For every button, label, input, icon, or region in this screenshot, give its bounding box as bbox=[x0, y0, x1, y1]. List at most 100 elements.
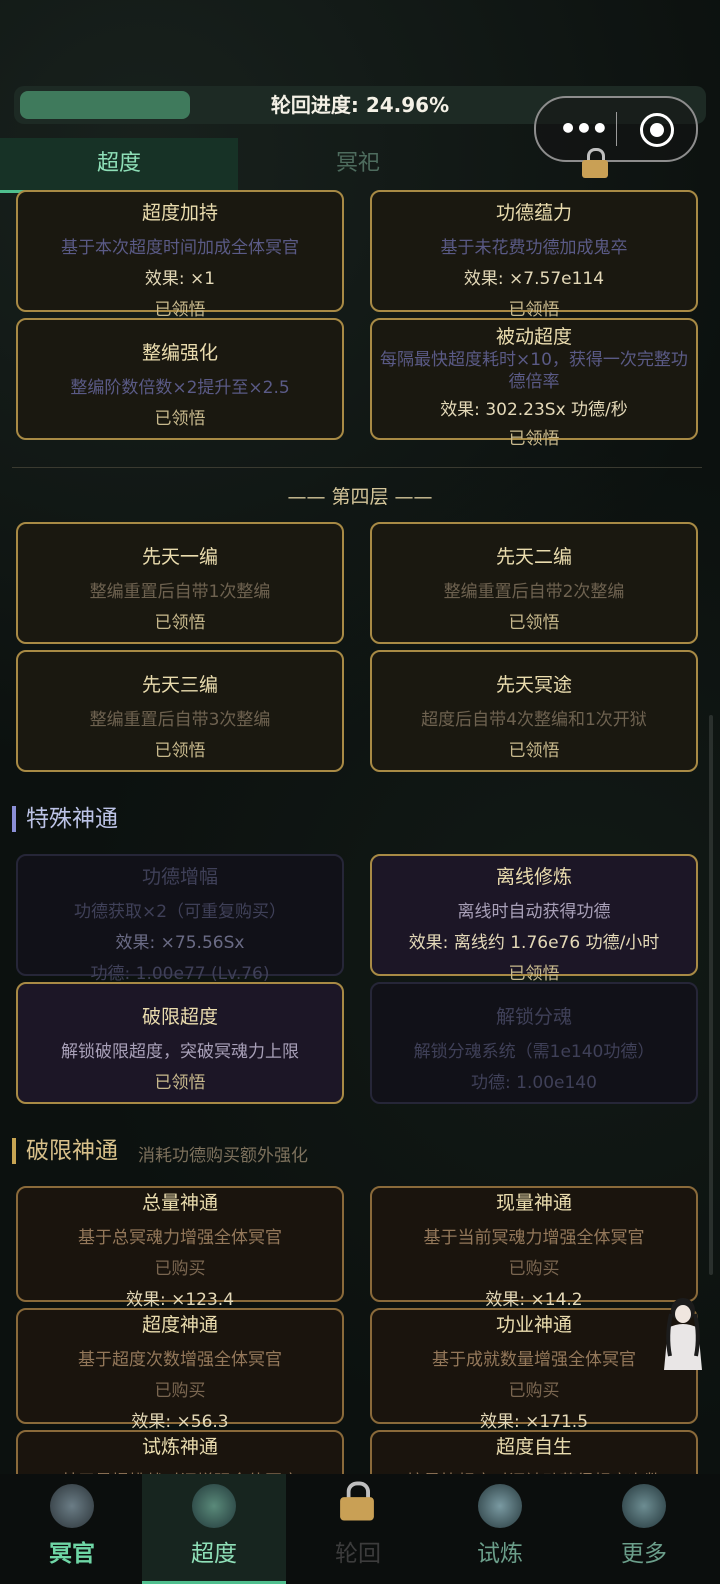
tab-locked[interactable] bbox=[478, 138, 720, 190]
nav-chaodu[interactable]: 超度 bbox=[142, 1474, 286, 1584]
card-cost: 功德: 1.00e77 (Lv.76) bbox=[90, 964, 270, 984]
card-effect: 效果: ×75.56Sx bbox=[115, 933, 245, 953]
card-desc: 整编重置后自带1次整编 bbox=[89, 582, 271, 602]
card-desc: 每隔最快超度耗时×10，获得一次完整功德倍率 bbox=[380, 350, 688, 392]
section-title-breakthrough: 破限神通 bbox=[12, 1138, 118, 1164]
card-title: 被动超度 bbox=[495, 326, 572, 348]
card-desc: 功德获取×2（可重复购买） bbox=[73, 902, 287, 922]
card-desc: 解锁破限超度，突破冥魂力上限 bbox=[61, 1042, 299, 1062]
card-xiantian-yibian[interactable]: 先天一编 整编重置后自带1次整编 已领悟 bbox=[16, 522, 344, 644]
nav-label: 试炼 bbox=[477, 1541, 523, 1567]
card-gongde-zengfu[interactable]: 功德增幅 功德获取×2（可重复购买） 效果: ×75.56Sx 功德: 1.00… bbox=[16, 854, 344, 984]
salvation-icon bbox=[192, 1484, 236, 1528]
card-title: 功德蕴力 bbox=[495, 202, 572, 224]
card-effect: 效果: ×14.2 bbox=[485, 1290, 583, 1310]
card-status: 已领悟 bbox=[154, 409, 206, 429]
card-desc: 基于当前冥魂力增强全体冥官 bbox=[423, 1228, 645, 1248]
card-status: 已领悟 bbox=[508, 300, 560, 320]
card-status: 已领悟 bbox=[508, 429, 560, 449]
lock-icon bbox=[340, 1481, 374, 1521]
more-icon bbox=[622, 1484, 666, 1528]
card-xiantian-sanbian[interactable]: 先天三编 整编重置后自带3次整编 已领悟 bbox=[16, 650, 344, 772]
card-zhengbian-qianghua[interactable]: 整编强化 整编阶数倍数×2提升至×2.5 已领悟 bbox=[16, 318, 344, 440]
card-status: 已购买 bbox=[508, 1381, 560, 1401]
card-status: 已购买 bbox=[154, 1381, 206, 1401]
card-title: 先天一编 bbox=[141, 546, 218, 568]
card-desc: 基于成就数量增强全体冥官 bbox=[432, 1350, 636, 1370]
card-status: 已领悟 bbox=[508, 964, 560, 984]
card-title: 整编强化 bbox=[141, 342, 218, 364]
card-title: 超度神通 bbox=[141, 1314, 218, 1336]
card-xiantian-mingtu[interactable]: 先天冥途 超度后自带4次整编和1次开狱 已领悟 bbox=[370, 650, 698, 772]
card-xiantian-erbian[interactable]: 先天二编 整编重置后自带2次整编 已领悟 bbox=[370, 522, 698, 644]
nav-gengduo[interactable]: 更多 bbox=[572, 1474, 716, 1584]
card-title: 超度加持 bbox=[141, 202, 218, 224]
card-status: 已购买 bbox=[508, 1259, 560, 1279]
card-gongde-yunli[interactable]: 功德蕴力 基于未花费功德加成鬼卒 效果: ×7.57e114 已领悟 bbox=[370, 190, 698, 320]
card-status: 已领悟 bbox=[508, 613, 560, 633]
card-desc: 整编重置后自带3次整编 bbox=[89, 710, 271, 730]
card-desc: 整编重置后自带2次整编 bbox=[443, 582, 625, 602]
card-xianliang-shentong[interactable]: 现量神通 基于当前冥魂力增强全体冥官 已购买 效果: ×14.2 bbox=[370, 1186, 698, 1310]
card-effect: 效果: ×7.57e114 bbox=[463, 269, 605, 289]
nav-mingguan[interactable]: 冥官 bbox=[0, 1474, 144, 1584]
tab-chaodu[interactable]: 超度 bbox=[0, 138, 238, 193]
card-status: 已领悟 bbox=[154, 613, 206, 633]
card-jiesuo-fenhun[interactable]: 解锁分魂 解锁分魂系统（需1e140功德） 功德: 1.00e140 bbox=[370, 982, 698, 1104]
card-desc: 整编阶数倍数×2提升至×2.5 bbox=[70, 378, 290, 398]
layer-title: —— 第四层 —— bbox=[287, 486, 433, 508]
bottom-navigation: 冥官 超度 轮回 试炼 更多 bbox=[0, 1474, 720, 1584]
card-title: 总量神通 bbox=[141, 1192, 218, 1214]
card-desc: 基于超度次数增强全体冥官 bbox=[78, 1350, 282, 1370]
nav-label: 更多 bbox=[621, 1541, 667, 1567]
card-effect: 效果: 离线约 1.76e76 功德/小时 bbox=[408, 933, 660, 953]
card-beidong-chaodu[interactable]: 被动超度 每隔最快超度耗时×10，获得一次完整功德倍率 效果: 302.23Sx… bbox=[370, 318, 698, 449]
card-status: 已领悟 bbox=[154, 741, 206, 761]
card-title: 超度自生 bbox=[495, 1436, 572, 1458]
card-desc: 基于本次超度时间加成全体冥官 bbox=[61, 238, 299, 258]
card-cost: 功德: 1.00e140 bbox=[471, 1073, 597, 1093]
card-status: 已购买 bbox=[154, 1259, 206, 1279]
card-effect: 效果: ×56.3 bbox=[131, 1412, 229, 1432]
card-title: 破限超度 bbox=[141, 1006, 218, 1028]
nav-shilian[interactable]: 试炼 bbox=[428, 1474, 572, 1584]
card-status: 已领悟 bbox=[508, 741, 560, 761]
tab-mingsi[interactable]: 冥祀 bbox=[238, 138, 478, 190]
lock-icon bbox=[582, 148, 608, 178]
floating-character-icon[interactable] bbox=[660, 1296, 706, 1372]
section-title-special: 特殊神通 bbox=[12, 806, 118, 832]
nav-label: 轮回 bbox=[335, 1541, 381, 1567]
card-chaodu-shentong[interactable]: 超度神通 基于超度次数增强全体冥官 已购买 效果: ×56.3 bbox=[16, 1308, 344, 1432]
card-effect: 效果: ×123.4 bbox=[125, 1290, 235, 1310]
card-title: 先天冥途 bbox=[495, 674, 572, 696]
card-chaodu-jiachi[interactable]: 超度加持 基于本次超度时间加成全体冥官 效果: ×1 已领悟 bbox=[16, 190, 344, 320]
card-effect: 效果: ×1 bbox=[144, 269, 216, 289]
card-desc: 基于总冥魂力增强全体冥官 bbox=[78, 1228, 282, 1248]
section-divider bbox=[12, 467, 702, 468]
card-desc: 解锁分魂系统（需1e140功德） bbox=[413, 1042, 655, 1062]
card-title: 试炼神通 bbox=[141, 1436, 218, 1458]
section-subtitle: 消耗功德购买额外强化 bbox=[138, 1146, 308, 1166]
card-effect: 效果: 302.23Sx 功德/秒 bbox=[440, 400, 628, 420]
card-desc: 基于未花费功德加成鬼卒 bbox=[440, 238, 628, 258]
card-title: 先天三编 bbox=[141, 674, 218, 696]
nav-label: 超度 bbox=[191, 1541, 237, 1567]
card-title: 功业神通 bbox=[495, 1314, 572, 1336]
card-title: 现量神通 bbox=[495, 1192, 572, 1214]
card-desc: 离线时自动获得功德 bbox=[457, 902, 611, 922]
card-title: 解锁分魂 bbox=[495, 1006, 572, 1028]
card-status: 已领悟 bbox=[154, 300, 206, 320]
card-status: 已领悟 bbox=[154, 1073, 206, 1093]
ghost-official-icon bbox=[50, 1484, 94, 1528]
scrollbar[interactable] bbox=[709, 715, 713, 1275]
card-desc: 超度后自带4次整编和1次开狱 bbox=[421, 710, 647, 730]
card-effect: 效果: ×171.5 bbox=[479, 1412, 589, 1432]
trial-icon bbox=[478, 1484, 522, 1528]
card-zongliang-shentong[interactable]: 总量神通 基于总冥魂力增强全体冥官 已购买 效果: ×123.4 bbox=[16, 1186, 344, 1310]
card-title: 功德增幅 bbox=[141, 866, 218, 888]
card-lixian-xiulian[interactable]: 离线修炼 离线时自动获得功德 效果: 离线约 1.76e76 功德/小时 已领悟 bbox=[370, 854, 698, 984]
card-poxian-chaodu[interactable]: 破限超度 解锁破限超度，突破冥魂力上限 已领悟 bbox=[16, 982, 344, 1104]
nav-lunhui[interactable]: 轮回 bbox=[286, 1474, 430, 1584]
card-title: 先天二编 bbox=[495, 546, 572, 568]
card-gongye-shentong[interactable]: 功业神通 基于成就数量增强全体冥官 已购买 效果: ×171.5 bbox=[370, 1308, 698, 1432]
